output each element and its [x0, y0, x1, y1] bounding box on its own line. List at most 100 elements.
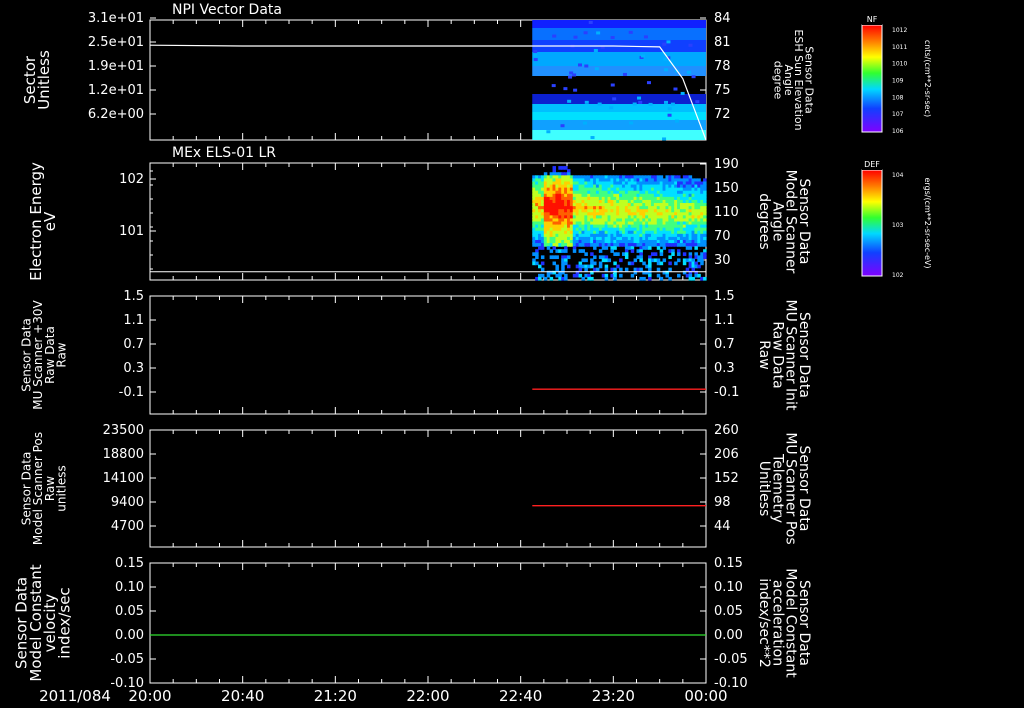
y-tick-label-right: 70: [714, 229, 731, 244]
x-date-label: 2011/084: [39, 687, 111, 705]
heatmap-cell: [668, 267, 672, 272]
colorbar-tick-label: 103: [892, 222, 904, 229]
x-tick-label: 22:40: [499, 687, 542, 705]
heatmap-band: [532, 130, 706, 140]
y-tick-label-right: 72: [714, 107, 731, 122]
y-tick-label-left: 1.2e+01: [88, 83, 144, 98]
heatmap-band: [532, 112, 706, 120]
heatmap-cell: [540, 267, 545, 272]
heatmap-cell: [567, 255, 571, 260]
heatmap-cell: [590, 276, 594, 281]
y-tick-label-left: 0.3: [123, 361, 144, 376]
y-tick-label-left: 0.05: [115, 604, 144, 619]
colorbar-tick-label: 102: [892, 272, 904, 279]
heatmap-cell: [673, 87, 678, 91]
heatmap-band: [532, 28, 706, 40]
y-tick-label-right: 30: [714, 253, 731, 268]
heatmap-cell: [584, 258, 588, 263]
heatmap-cell: [628, 30, 633, 34]
heatmap-cell: [612, 97, 617, 101]
heatmap-cell: [593, 255, 597, 260]
y-axis-label-right: index/sec**2: [756, 578, 772, 668]
heatmap-cell: [680, 91, 685, 95]
y-tick-label-right: 0.00: [714, 628, 743, 643]
heatmap-cell: [567, 99, 572, 103]
heatmap-cell: [584, 252, 588, 256]
heatmap-cell: [540, 255, 545, 260]
y-tick-label-left: 18800: [103, 447, 144, 462]
y-tick-label-right: 0.10: [714, 580, 743, 595]
heatmap-cell: [573, 35, 578, 39]
heatmap-cell: [624, 267, 629, 272]
heatmap-cell: [573, 88, 578, 92]
y-tick-label-right: 78: [714, 59, 731, 74]
colorbar: [861, 169, 883, 277]
heatmap-cell: [563, 87, 568, 91]
heatmap-cell: [604, 267, 609, 272]
y-tick-label-left: 0.15: [115, 556, 144, 571]
y-tick-label-right: 190: [714, 157, 739, 172]
y-tick-label-left: 101: [119, 224, 144, 239]
heatmap-cell: [667, 113, 672, 117]
heatmap-cell: [677, 273, 681, 278]
heatmap-cell: [630, 249, 635, 253]
heatmap-cell: [703, 255, 707, 260]
heatmap-cell: [668, 261, 672, 266]
colorbar-tick-label: 1010: [892, 61, 907, 68]
heatmap-cell: [590, 136, 595, 140]
colorbar-tick-label: 108: [892, 94, 904, 101]
heatmap-cell: [695, 100, 700, 104]
colorbar-unit: ergs/(cm**2-sr-sec-eV): [923, 177, 932, 268]
heatmap-cell: [667, 107, 672, 111]
heatmap-cell: [604, 276, 609, 281]
heatmap-cell: [551, 84, 556, 88]
heatmap-cell: [666, 40, 671, 44]
heatmap-cell: [533, 53, 538, 57]
y-tick-label-right: 150: [714, 181, 739, 196]
heatmap-cell: [624, 255, 629, 260]
heatmap-cell: [555, 255, 559, 260]
heatmap-cell: [610, 36, 615, 40]
heatmap-cell: [688, 43, 693, 47]
y-axis-label-left: Unitless: [35, 50, 53, 110]
y-tick-label-left: 1.1: [123, 313, 144, 328]
heatmap-band: [532, 120, 706, 130]
y-tick-label-left: 1.9e+01: [88, 59, 144, 74]
colorbar-tick-label: 1012: [892, 27, 907, 34]
y-tick-label-left: 2.5e+01: [88, 35, 144, 50]
heatmap-cell: [584, 64, 589, 68]
heatmap-cell: [567, 264, 571, 269]
y-tick-label-right: -0.1: [714, 385, 739, 400]
y-tick-label-right: 152: [714, 471, 739, 486]
heatmap-cell: [674, 119, 679, 123]
heatmap-cell: [583, 31, 588, 35]
heatmap-cell: [703, 276, 707, 281]
y-tick-label-right: 1.5: [714, 289, 735, 304]
colorbar-unit: cnts/(cm**2-sr-sec): [923, 40, 932, 117]
heatmap-cell: [622, 72, 627, 76]
y-axis-label-left: index/sec: [56, 587, 74, 658]
colorbar-label: NF: [867, 15, 878, 24]
heatmap-cell: [619, 258, 623, 263]
colorbar-tick-label: 104: [892, 172, 904, 179]
heatmap-cell: [535, 255, 539, 260]
colorbar-label: DEF: [864, 160, 880, 169]
panel-frame-4: [149, 429, 707, 548]
panel-frame-3: [149, 295, 707, 415]
heatmap-cell: [670, 102, 675, 106]
heatmap-cell: [646, 81, 651, 85]
colorbar-tick-label: 107: [892, 111, 904, 118]
y-tick-label-right: 0.15: [714, 556, 743, 571]
heatmap-cell: [664, 68, 669, 72]
heatmap-cell: [703, 243, 707, 247]
colorbar-tick-label: 1011: [892, 44, 907, 51]
heatmap-cell: [643, 35, 648, 39]
colorbar-tick-label: 109: [892, 78, 904, 85]
y-tick-label-right: 0.3: [714, 361, 735, 376]
y-tick-label-left: 14100: [103, 471, 144, 486]
heatmap-cell: [540, 261, 545, 266]
heatmap-cell: [677, 258, 681, 263]
heatmap-cell: [662, 42, 667, 46]
heatmap-cell: [552, 34, 557, 38]
y-axis-label-left: eV: [41, 211, 59, 231]
